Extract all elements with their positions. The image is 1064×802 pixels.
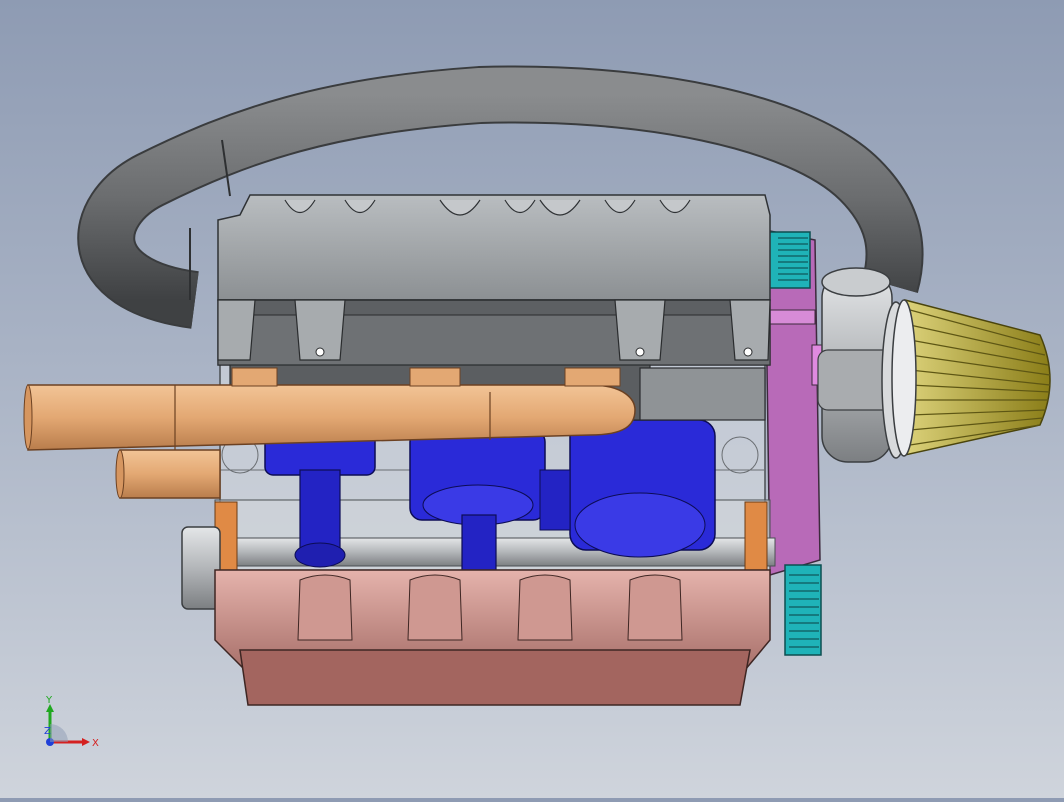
cad-viewport[interactable] <box>0 0 1064 798</box>
upper-timing-pulley[interactable] <box>767 231 811 289</box>
crank-timing-pulley[interactable] <box>784 564 822 656</box>
air-filter[interactable] <box>891 299 1051 457</box>
engine-model[interactable] <box>0 0 1064 798</box>
oil-pan[interactable] <box>214 569 771 706</box>
triad-plane <box>50 724 68 742</box>
axis-triad: X Y Z <box>44 695 99 749</box>
x-axis-label: X <box>92 738 99 749</box>
x-axis-arrow-icon <box>82 738 90 746</box>
cam-cover[interactable] <box>217 194 771 366</box>
exhaust-pipe-lower <box>115 449 221 499</box>
y-axis-label: Y <box>45 695 53 706</box>
z-axis-label: Z <box>44 726 51 737</box>
